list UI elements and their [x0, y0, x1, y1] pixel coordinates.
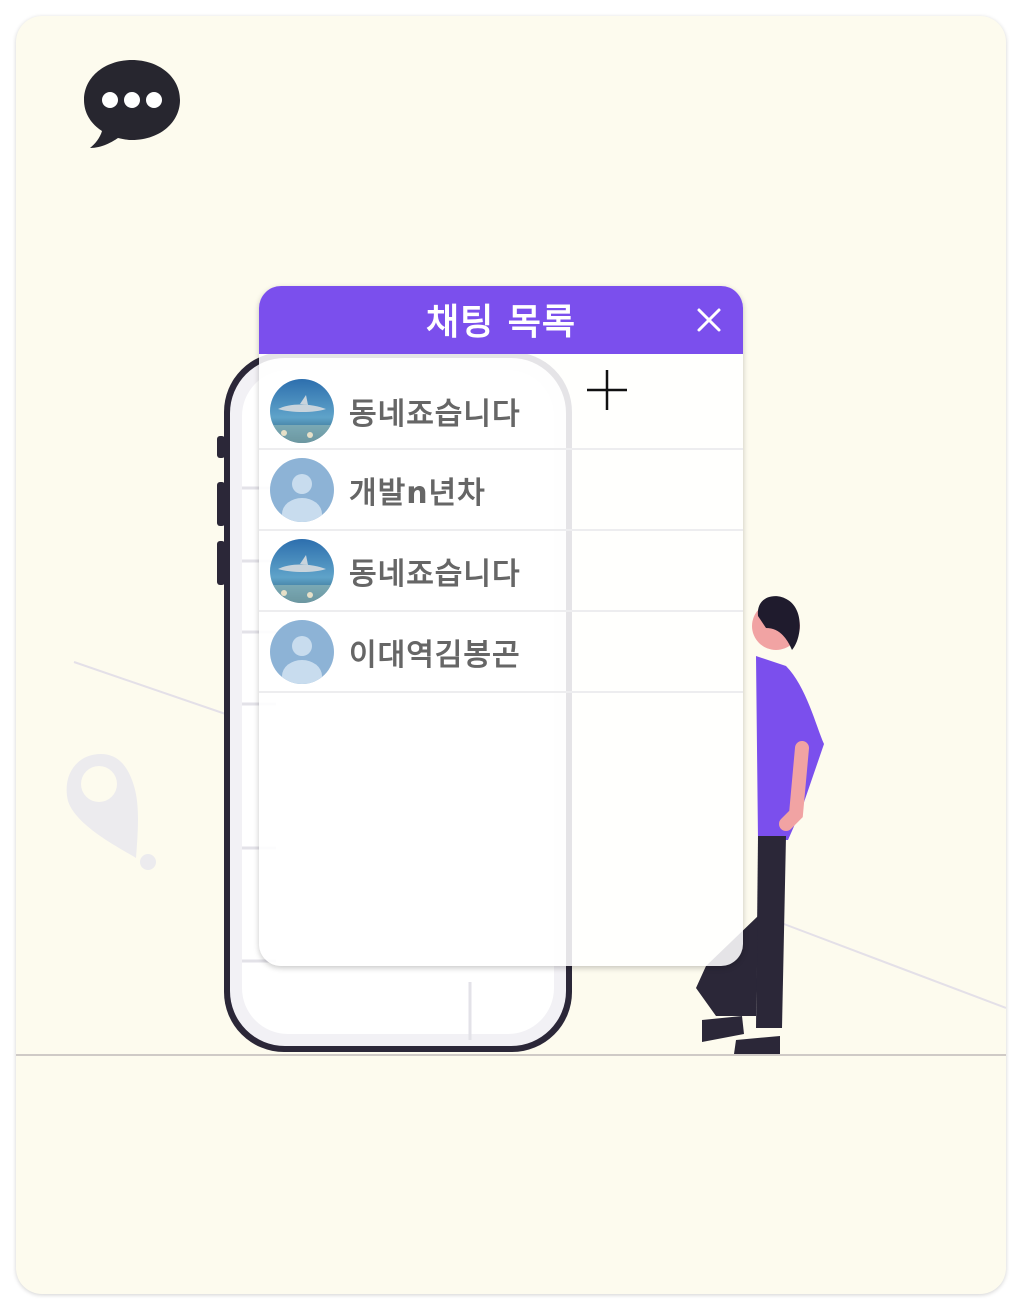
location-pin-icon — [66, 754, 156, 870]
chat-room-item[interactable]: 동네죠습니다 — [259, 531, 743, 612]
ground-line — [16, 1054, 1006, 1056]
chat-room-item[interactable]: 개발n년차 — [259, 450, 743, 531]
default-user-avatar — [270, 619, 334, 684]
chat-room-item[interactable]: 동네죠습니다 — [259, 354, 743, 450]
chat-room-list: 동네죠습니다 개발n년차 동네죠습니다 이대역김봉곤 — [259, 354, 743, 693]
chat-list-header: 채팅 목록 — [259, 286, 743, 354]
chat-room-item[interactable]: 이대역김봉곤 — [259, 612, 743, 693]
chat-room-name: 이대역김봉곤 — [349, 637, 521, 673]
shark-avatar — [270, 538, 334, 603]
chat-list-title: 채팅 목록 — [425, 302, 576, 343]
chat-list-panel: 채팅 목록 동네죠습니다 개발n년차 동네죠습니다 이대역김봉곤 — [259, 286, 743, 966]
shark-avatar — [270, 379, 334, 443]
chat-bubble-icon[interactable] — [82, 58, 182, 152]
chat-room-name: 개발n년차 — [349, 475, 486, 511]
chat-room-name: 동네죠습니다 — [349, 556, 521, 592]
chat-room-name: 동네죠습니다 — [349, 397, 521, 432]
default-user-avatar — [270, 457, 334, 522]
close-icon[interactable] — [693, 304, 725, 336]
